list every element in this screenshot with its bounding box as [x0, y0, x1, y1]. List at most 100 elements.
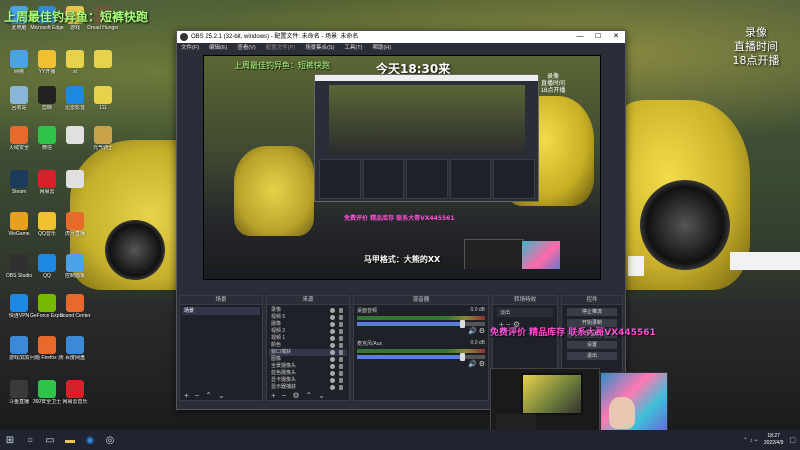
- speaker-icon[interactable]: 🔊: [468, 361, 477, 368]
- add-icon[interactable]: +: [271, 391, 276, 400]
- visibility-eye-icon[interactable]: [330, 322, 335, 327]
- move-down-icon[interactable]: ⌄: [318, 391, 325, 400]
- gear-icon[interactable]: ⚙: [292, 391, 299, 400]
- menu-file[interactable]: 文件(F): [181, 43, 199, 53]
- settings-button[interactable]: 设置: [567, 341, 617, 349]
- obs-window[interactable]: OBS 25.2.1 (32-bit, windows) - 配置文件: 未命名…: [176, 30, 626, 410]
- volume-slider[interactable]: [357, 353, 485, 361]
- gear-icon[interactable]: ⚙: [479, 328, 485, 335]
- obs-taskbar-icon[interactable]: ◎: [100, 430, 120, 450]
- desktop-icon-glyph: [10, 126, 28, 144]
- source-item[interactable]: 窗口捕获: [269, 349, 347, 356]
- desktop-icon[interactable]: 网易云音乐: [58, 380, 92, 405]
- tray-icons[interactable]: ⌃ ♪ ⌁: [743, 437, 758, 444]
- visibility-eye-icon[interactable]: [330, 371, 335, 376]
- menu-help[interactable]: 帮助(H): [372, 43, 391, 53]
- visibility-eye-icon[interactable]: [330, 329, 335, 334]
- menu-profile[interactable]: 配置文件(P): [266, 43, 295, 53]
- gear-icon[interactable]: ⚙: [479, 361, 485, 368]
- lock-icon[interactable]: [339, 336, 343, 341]
- volume-slider-knob[interactable]: [459, 320, 465, 328]
- lock-icon[interactable]: [339, 371, 343, 376]
- lock-icon[interactable]: [339, 343, 343, 348]
- speaker-icon[interactable]: 🔊: [468, 328, 477, 335]
- source-item[interactable]: 显卡摄像头: [269, 377, 347, 384]
- desktop-icon[interactable]: 控制面板: [58, 254, 92, 279]
- desktop-icon[interactable]: 虎牙直播: [58, 212, 92, 237]
- start-icon[interactable]: ⊞: [0, 430, 20, 450]
- system-tray: ⌃ ♪ ⌁ 18:27 2022/4/9 ▢: [743, 430, 796, 450]
- desktop-icon[interactable]: 百度网盘: [58, 336, 92, 361]
- menu-tools[interactable]: 工具(T): [344, 43, 362, 53]
- volume-slider-knob[interactable]: [459, 353, 465, 361]
- source-item[interactable]: 摄像: [269, 321, 347, 328]
- visibility-eye-icon[interactable]: [330, 315, 335, 320]
- visibility-eye-icon[interactable]: [330, 308, 335, 313]
- scene-item[interactable]: 场景: [182, 307, 260, 315]
- remove-icon[interactable]: −: [282, 391, 287, 400]
- obs-preview-canvas[interactable]: 上周最佳钓异鱼：短裤快跑 今天18:30来 录像 直播时间 18点开播 免费评价…: [203, 55, 601, 280]
- desktop-icon-label: Sound Center: [59, 313, 91, 319]
- menu-scene-collection[interactable]: 场景集合(S): [305, 43, 334, 53]
- move-up-icon[interactable]: ⌃: [205, 391, 212, 400]
- lock-icon[interactable]: [339, 308, 343, 313]
- source-item-label: 录像: [271, 307, 282, 313]
- source-item[interactable]: 视频 5: [269, 314, 347, 321]
- lock-icon[interactable]: [339, 364, 343, 369]
- source-item[interactable]: 图像: [269, 356, 347, 363]
- exit-button[interactable]: 退出: [567, 352, 617, 360]
- minimize-icon[interactable]: —: [571, 31, 589, 43]
- visibility-eye-icon[interactable]: [330, 378, 335, 383]
- remove-icon[interactable]: −: [195, 391, 200, 400]
- lock-icon[interactable]: [339, 378, 343, 383]
- lock-icon[interactable]: [339, 315, 343, 320]
- desktop-icon-label: 网易云: [39, 189, 55, 195]
- lock-icon[interactable]: [339, 322, 343, 327]
- source-item[interactable]: 录像: [269, 307, 347, 314]
- lock-icon[interactable]: [339, 350, 343, 355]
- visibility-eye-icon[interactable]: [330, 350, 335, 355]
- scenes-dock-footer: + − ⌃ ⌄: [180, 390, 262, 400]
- taskbar-date: 2022/4/9: [763, 440, 784, 446]
- desktop-icon[interactable]: 111: [86, 86, 120, 111]
- obs-titlebar[interactable]: OBS 25.2.1 (32-bit, windows) - 配置文件: 未命名…: [177, 31, 625, 43]
- source-item[interactable]: 颜色: [269, 342, 347, 349]
- visibility-eye-icon[interactable]: [330, 357, 335, 362]
- move-up-icon[interactable]: ⌃: [306, 391, 313, 400]
- desktop-icon-glyph: [10, 294, 28, 312]
- windows-taskbar: ⊞ ○ ▭ ▬ ◉ ◎ ⌃ ♪ ⌁ 18:27 2022/4/9 ▢: [0, 430, 800, 450]
- maximize-icon[interactable]: ☐: [589, 31, 607, 43]
- desktop-icon[interactable]: [58, 170, 92, 189]
- notification-icon[interactable]: ▢: [789, 436, 796, 444]
- move-down-icon[interactable]: ⌄: [218, 391, 225, 400]
- source-item[interactable]: 视频 2: [269, 328, 347, 335]
- source-item[interactable]: 视频 1: [269, 335, 347, 342]
- desktop-icon[interactable]: Sound Center: [58, 294, 92, 319]
- transition-select[interactable]: 淡出: [497, 308, 553, 317]
- sources-dock-title: 来源: [267, 296, 349, 305]
- visibility-eye-icon[interactable]: [330, 343, 335, 348]
- volume-slider[interactable]: [357, 320, 485, 328]
- taskbar-clock[interactable]: 18:27 2022/4/9: [764, 433, 783, 447]
- obs-menubar: 文件(F) 编辑(E) 查看(V) 配置文件(P) 场景集合(S) 工具(T) …: [177, 43, 625, 53]
- source-item[interactable]: 蓝色摄像头: [269, 370, 347, 377]
- mixer-track-label-row: 桌面音频 0.0 dB: [357, 307, 485, 314]
- desktop-icon[interactable]: [86, 50, 120, 69]
- desktop-icon-glyph: [38, 170, 56, 188]
- lock-icon[interactable]: [339, 329, 343, 334]
- search-icon[interactable]: ○: [20, 430, 40, 450]
- stop-streaming-button[interactable]: 停止推流: [567, 308, 617, 316]
- close-icon[interactable]: ✕: [607, 31, 625, 43]
- nested-docks: [319, 159, 535, 199]
- visibility-eye-icon[interactable]: [330, 364, 335, 369]
- task-view-icon[interactable]: ▭: [40, 430, 60, 450]
- visibility-eye-icon[interactable]: [330, 336, 335, 341]
- desktop-icon[interactable]: 元气骑士: [86, 126, 120, 151]
- lock-icon[interactable]: [339, 357, 343, 362]
- add-icon[interactable]: +: [184, 391, 189, 400]
- explorer-icon[interactable]: ▬: [60, 430, 80, 450]
- menu-view[interactable]: 查看(V): [237, 43, 255, 53]
- edge-icon[interactable]: ◉: [80, 430, 100, 450]
- source-item[interactable]: 全景摄像头: [269, 363, 347, 370]
- menu-edit[interactable]: 编辑(E): [209, 43, 227, 53]
